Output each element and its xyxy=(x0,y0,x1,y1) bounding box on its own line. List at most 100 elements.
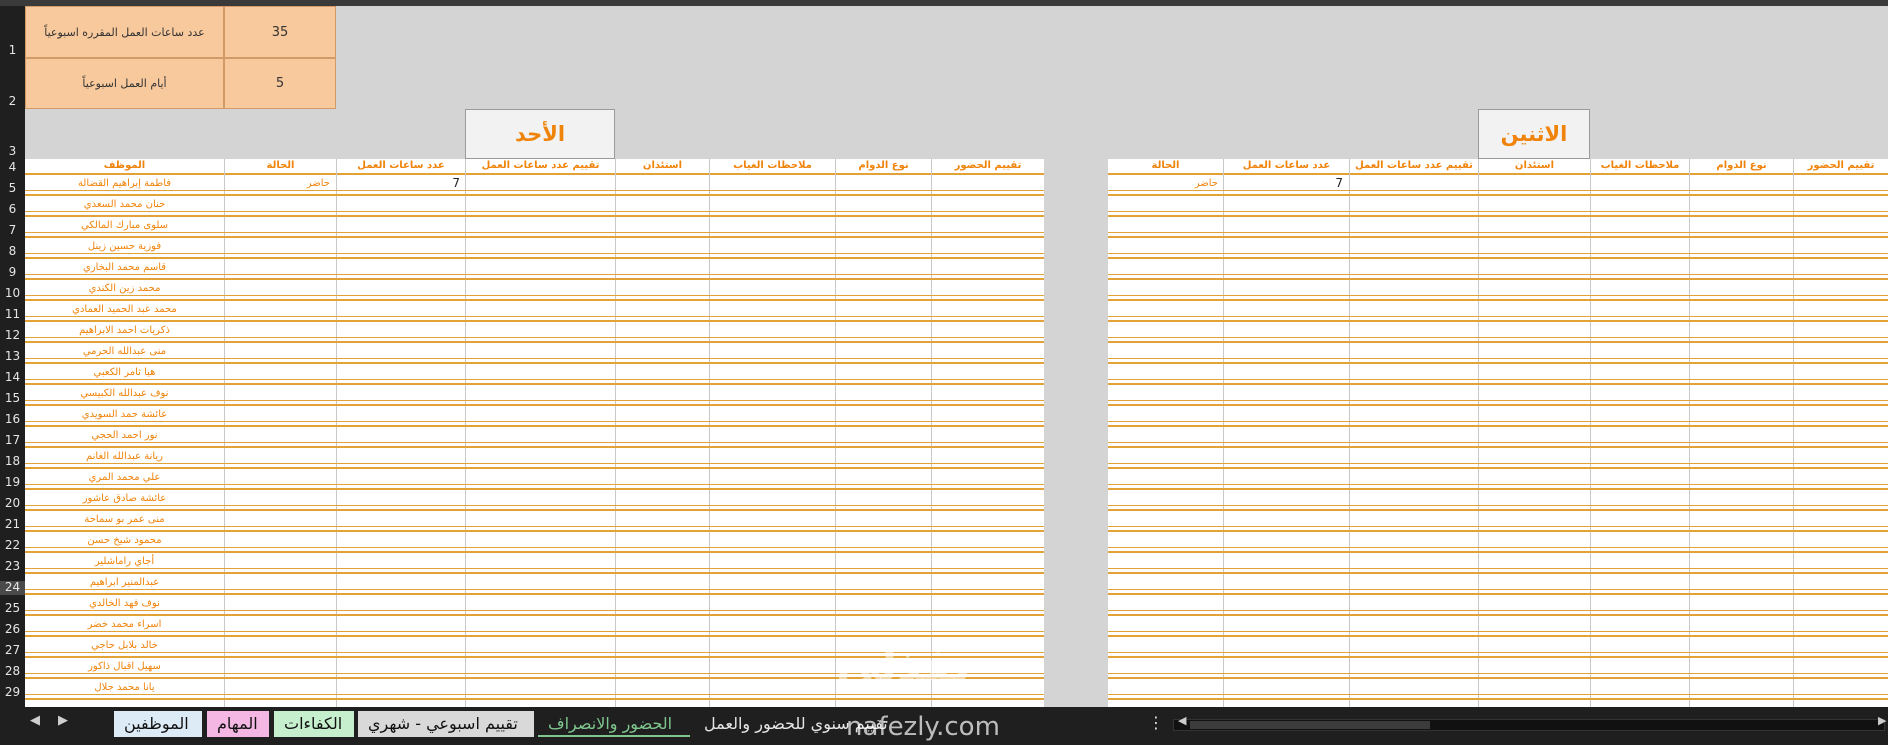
employee-name-cell[interactable]: سهيل اقبال ذاكور xyxy=(25,658,224,675)
employee-name-cell[interactable]: ريانة عبدالله الغانم xyxy=(25,448,224,465)
table-row[interactable] xyxy=(1108,469,1888,490)
table-row[interactable] xyxy=(1108,259,1888,280)
table-row[interactable]: حاضر 7 xyxy=(1108,175,1888,196)
col-header-hours-rating[interactable]: تقييم عدد ساعات العمل xyxy=(465,159,615,173)
tab-employees[interactable]: الموظفين xyxy=(114,711,202,737)
table-row[interactable] xyxy=(1108,322,1888,343)
row-number-8[interactable]: 8 xyxy=(0,245,25,259)
table-row[interactable] xyxy=(1108,532,1888,553)
col-header-shift-type[interactable]: نوع الدوام xyxy=(1689,159,1793,173)
col-header-absence-notes[interactable]: ملاحظات الغياب xyxy=(1590,159,1689,173)
employee-name-cell[interactable]: نوف فهد الخالدي xyxy=(25,595,224,612)
row-number-7[interactable]: 7 xyxy=(0,224,25,238)
employee-name-cell[interactable]: علي محمد المري xyxy=(25,469,224,486)
col-header-permission[interactable]: استئذان xyxy=(615,159,709,173)
employee-name-cell[interactable]: أجاي راماشلير xyxy=(25,553,224,570)
row-number-2[interactable]: 2 xyxy=(0,95,25,109)
row-number-27[interactable]: 27 xyxy=(0,644,25,658)
row-header-strip[interactable]: 1 2 3 4 5 6 7 8 9 10 11 12 13 14 15 16 17 18 19 20 21 22 23 24 2… xyxy=(0,6,25,707)
sunday-day-header[interactable]: الأحد xyxy=(465,109,615,159)
row-number-3[interactable]: 3 xyxy=(0,145,25,159)
row-number-11[interactable]: 11 xyxy=(0,308,25,322)
col-header-employee[interactable]: الموظف xyxy=(25,159,224,173)
table-row[interactable]: حنان محمد السعدي xyxy=(25,196,1044,217)
table-row[interactable] xyxy=(1108,553,1888,574)
col-header-absence-notes[interactable]: ملاحظات الغياب xyxy=(709,159,835,173)
table-row[interactable]: هيا ثامر الكعبي xyxy=(25,364,1044,385)
row-number-16[interactable]: 16 xyxy=(0,413,25,427)
employee-name-cell[interactable]: منى عمر بو سماحة xyxy=(25,511,224,528)
prev-sheet-icon[interactable]: ◀ xyxy=(30,713,40,728)
table-row[interactable]: سلوى مبارك المالكي xyxy=(25,217,1044,238)
col-header-status[interactable]: الحالة xyxy=(224,159,336,173)
row-number-21[interactable]: 21 xyxy=(0,518,25,532)
table-row[interactable]: قاسم محمد البخاري xyxy=(25,259,1044,280)
row-number-14[interactable]: 14 xyxy=(0,371,25,385)
weekly-hours-value-cell[interactable]: 35 xyxy=(224,6,336,58)
employee-name-cell[interactable]: نوف عبدالله الكبيسي xyxy=(25,385,224,402)
table-row[interactable] xyxy=(1108,637,1888,658)
row-number-22[interactable]: 22 xyxy=(0,539,25,553)
table-row[interactable]: فاطمة إبراهيم القضالة حاضر 7 xyxy=(25,175,1044,196)
table-row[interactable] xyxy=(1108,238,1888,259)
table-row[interactable] xyxy=(1108,511,1888,532)
row-number-29[interactable]: 29 xyxy=(0,686,25,700)
col-header-permission[interactable]: استئذان xyxy=(1478,159,1590,173)
work-days-label-cell[interactable]: أيام العمل اسبوعياً xyxy=(25,58,224,109)
table-row[interactable]: نوف عبدالله الكبيسي xyxy=(25,385,1044,406)
table-row[interactable]: منى عبدالله الحرمي xyxy=(25,343,1044,364)
table-row[interactable] xyxy=(1108,343,1888,364)
tab-competencies[interactable]: الكفاءات xyxy=(274,711,354,737)
row-number-15[interactable]: 15 xyxy=(0,392,25,406)
table-row[interactable] xyxy=(1108,364,1888,385)
employee-name-cell[interactable]: عبدالمنير ابراهيم xyxy=(25,574,224,591)
employee-name-cell[interactable]: عائشة صادق عاشور xyxy=(25,490,224,507)
row-number-26[interactable]: 26 xyxy=(0,623,25,637)
col-header-attendance-rating[interactable]: تقييم الحضور xyxy=(1793,159,1888,173)
table-row[interactable] xyxy=(1108,406,1888,427)
row-number-20[interactable]: 20 xyxy=(0,497,25,511)
monday-day-header[interactable]: الاثنين xyxy=(1478,109,1590,159)
work-hours-cell[interactable]: 7 xyxy=(336,175,460,192)
col-header-attendance-rating[interactable]: تقييم الحضور xyxy=(931,159,1044,173)
work-days-value-cell[interactable]: 5 xyxy=(224,58,336,109)
table-row[interactable] xyxy=(1108,658,1888,679)
status-cell[interactable]: حاضر xyxy=(224,175,330,192)
table-row[interactable] xyxy=(1108,217,1888,238)
table-row[interactable]: أجاي راماشلير xyxy=(25,553,1044,574)
more-sheets-icon[interactable]: ⋮ xyxy=(1148,713,1164,732)
table-row[interactable] xyxy=(1108,385,1888,406)
tab-weekly-monthly[interactable]: تقييم اسبوعي - شهري xyxy=(358,711,534,737)
row-number-25[interactable]: 25 xyxy=(0,602,25,616)
row-number-5[interactable]: 5 xyxy=(0,182,25,196)
table-row[interactable] xyxy=(1108,616,1888,637)
row-number-13[interactable]: 13 xyxy=(0,350,25,364)
row-number-28[interactable]: 28 xyxy=(0,665,25,679)
employee-name-cell[interactable]: نور احمد الحجي xyxy=(25,427,224,444)
row-number-1[interactable]: 1 xyxy=(0,44,25,58)
employee-name-cell[interactable]: محمد عبد الحميد العمادي xyxy=(25,301,224,318)
col-header-work-hours[interactable]: عدد ساعات العمل xyxy=(1223,159,1349,173)
row-number-19[interactable]: 19 xyxy=(0,476,25,490)
table-row[interactable]: محمد زين الكندي xyxy=(25,280,1044,301)
table-row[interactable] xyxy=(1108,448,1888,469)
table-row[interactable] xyxy=(1108,595,1888,616)
employee-name-cell[interactable]: محمود شيخ حسن xyxy=(25,532,224,549)
col-header-shift-type[interactable]: نوع الدوام xyxy=(835,159,931,173)
employee-name-cell[interactable]: قاسم محمد البخاري xyxy=(25,259,224,276)
row-number-23[interactable]: 23 xyxy=(0,560,25,574)
employee-name-cell[interactable]: محمد زين الكندي xyxy=(25,280,224,297)
employee-name-cell[interactable]: يانا محمد جلال xyxy=(25,679,224,696)
scrollbar-thumb[interactable] xyxy=(1190,721,1430,729)
row-number-10[interactable]: 10 xyxy=(0,287,25,301)
row-number-18[interactable]: 18 xyxy=(0,455,25,469)
scroll-left-icon[interactable]: ◀ xyxy=(1178,714,1186,727)
employee-name-cell[interactable]: منى عبدالله الحرمي xyxy=(25,343,224,360)
table-row[interactable] xyxy=(1108,280,1888,301)
table-row[interactable]: محمد عبد الحميد العمادي xyxy=(25,301,1044,322)
table-row[interactable]: ذكريات احمد الابراهيم xyxy=(25,322,1044,343)
table-row[interactable]: محمود شيخ حسن xyxy=(25,532,1044,553)
table-row[interactable]: منى عمر بو سماحة xyxy=(25,511,1044,532)
table-row[interactable] xyxy=(1108,301,1888,322)
table-row[interactable]: فوزية حسين زينل xyxy=(25,238,1044,259)
